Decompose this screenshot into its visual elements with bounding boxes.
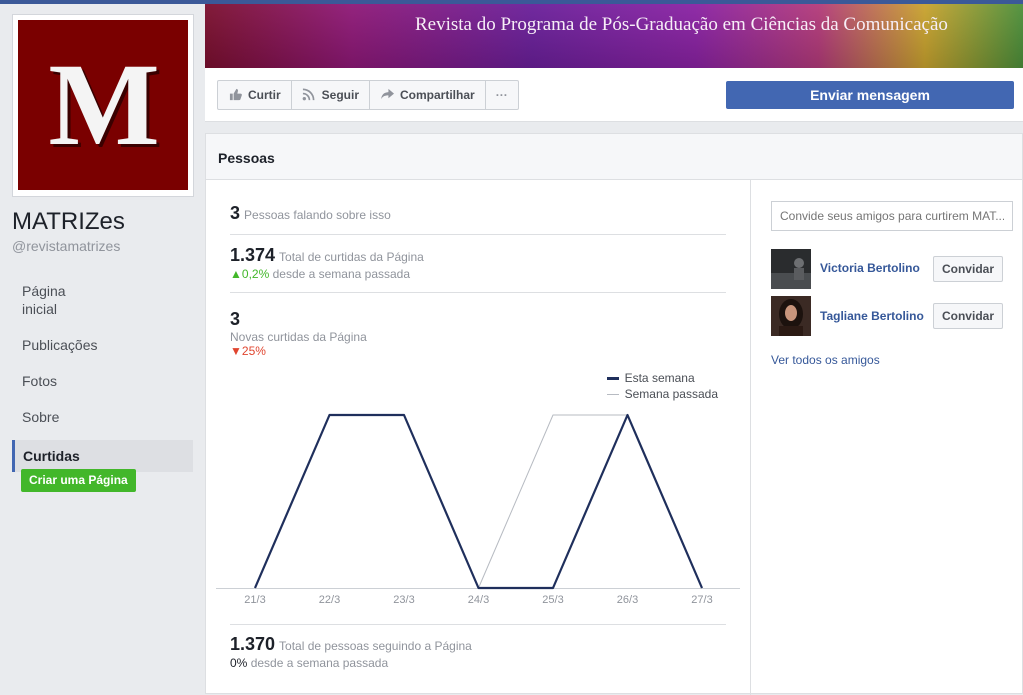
new-likes-trend: 25% <box>241 344 266 358</box>
x-tick-label: 26/3 <box>617 594 638 606</box>
followers-label: Total de pessoas seguindo a Página <box>279 639 472 653</box>
likes-line-chart: 21/3 22/3 23/3 24/3 25/3 26/3 27/3 <box>216 413 740 606</box>
sidebar-item-photos[interactable]: Fotos <box>12 368 193 394</box>
divider <box>230 292 726 293</box>
friend-row: Tagliane Bertolino Convidar <box>771 296 1003 336</box>
share-label: Compartilhar <box>400 88 475 102</box>
section-title: Pessoas <box>218 150 275 166</box>
column-divider <box>750 180 751 695</box>
avatar[interactable] <box>771 296 811 336</box>
sidebar-item-home[interactable]: Página inicial <box>12 278 82 322</box>
legend-item-this-week: Esta semana <box>606 370 718 386</box>
total-likes-trend: 0,2% <box>241 267 270 281</box>
page-actions: Curtir Seguir Compartilhar ··· <box>217 80 519 110</box>
likes-chart: 21/3 22/3 23/3 24/3 25/3 26/3 27/3 Esta semana… <box>216 370 740 610</box>
legend-swatch <box>606 393 619 395</box>
card-header: Pessoas <box>206 134 1022 180</box>
share-arrow-icon <box>380 88 394 102</box>
send-message-button[interactable]: Enviar mensagem <box>726 81 1014 109</box>
legend-label: Esta semana <box>624 371 695 385</box>
x-tick-label: 21/3 <box>244 594 265 606</box>
rss-icon <box>302 88 316 102</box>
follow-label: Seguir <box>321 88 360 102</box>
followers-trend: 0% <box>230 656 248 670</box>
legend-item-last-week: Semana passada <box>606 386 718 402</box>
sidebar-item-about[interactable]: Sobre <box>12 404 193 430</box>
friend-name[interactable]: Victoria Bertolino <box>820 261 920 275</box>
page-logo: M <box>18 20 188 190</box>
avatar[interactable] <box>771 249 811 289</box>
followers-count: 1.370 <box>230 634 276 654</box>
total-likes-trend-label: desde a semana passada <box>272 267 411 281</box>
sidebar-nav: Página inicial Publicações Fotos Sobre C… <box>12 278 193 482</box>
cover-text: Revista do Programa de Pós-Graduação em … <box>415 14 948 35</box>
thumbs-up-icon <box>228 88 242 102</box>
like-label: Curtir <box>248 88 281 102</box>
chart-legend: Esta semana Semana passada <box>606 370 718 402</box>
x-tick-label: 23/3 <box>393 594 414 606</box>
talking-count: 3 <box>230 203 241 223</box>
invite-friends-input[interactable] <box>771 201 1013 231</box>
create-page-button[interactable]: Criar uma Página <box>21 469 136 492</box>
talking-label: Pessoas falando sobre isso <box>244 208 391 222</box>
trend-up-icon: ▲ <box>230 267 242 281</box>
stat-talking: 3 Pessoas falando sobre isso <box>230 203 391 224</box>
people-card: Pessoas 3 Pessoas falando sobre isso 1.37… <box>205 133 1023 695</box>
more-button[interactable]: ··· <box>486 81 518 109</box>
profile-picture[interactable]: M <box>12 14 194 197</box>
x-tick-label: 24/3 <box>468 594 489 606</box>
share-button[interactable]: Compartilhar <box>370 81 486 109</box>
total-likes-label: Total de curtidas da Página <box>279 250 424 264</box>
series-line-this-week <box>253 413 704 590</box>
new-likes-count: 3 <box>230 309 241 329</box>
follow-button[interactable]: Seguir <box>292 81 371 109</box>
friend-name[interactable]: Tagliane Bertolino <box>820 309 924 323</box>
stat-new-likes: 3 Novas curtidas da Página ▼25% <box>230 309 367 358</box>
stat-total-likes: 1.374 Total de curtidas da Página ▲0,2% d… <box>230 245 424 281</box>
new-likes-label: Novas curtidas da Página <box>230 330 367 344</box>
legend-swatch <box>606 376 619 380</box>
series-line-last-week <box>254 414 703 589</box>
x-tick-label: 27/3 <box>691 594 712 606</box>
legend-label: Semana passada <box>624 387 718 401</box>
page-handle: @revistamatrizes <box>12 238 121 254</box>
invite-button[interactable]: Convidar <box>933 256 1003 282</box>
stat-followers: 1.370 Total de pessoas seguindo a Página … <box>230 634 472 670</box>
followers-trend-label: desde a semana passada <box>250 656 389 670</box>
total-likes-count: 1.374 <box>230 245 276 265</box>
friend-row: Victoria Bertolino Convidar <box>771 249 1003 289</box>
sidebar-item-likes[interactable]: Curtidas <box>12 440 193 472</box>
action-bar: Curtir Seguir Compartilhar ··· Enviar me… <box>205 68 1023 122</box>
see-all-friends-link[interactable]: Ver todos os amigos <box>771 353 880 367</box>
divider <box>230 234 726 235</box>
trend-down-icon: ▼ <box>230 344 242 358</box>
logo-letter: M <box>48 39 159 170</box>
x-tick-label: 22/3 <box>319 594 340 606</box>
x-tick-label: 25/3 <box>542 594 563 606</box>
invite-button[interactable]: Convidar <box>933 303 1003 329</box>
cover-photo[interactable]: Revista do Programa de Pós-Graduação em … <box>205 4 1023 68</box>
like-button[interactable]: Curtir <box>218 81 292 109</box>
sidebar-item-posts[interactable]: Publicações <box>12 332 193 358</box>
more-dots-icon: ··· <box>495 88 508 102</box>
divider <box>230 624 726 625</box>
page-name[interactable]: MATRIZes <box>12 208 125 236</box>
